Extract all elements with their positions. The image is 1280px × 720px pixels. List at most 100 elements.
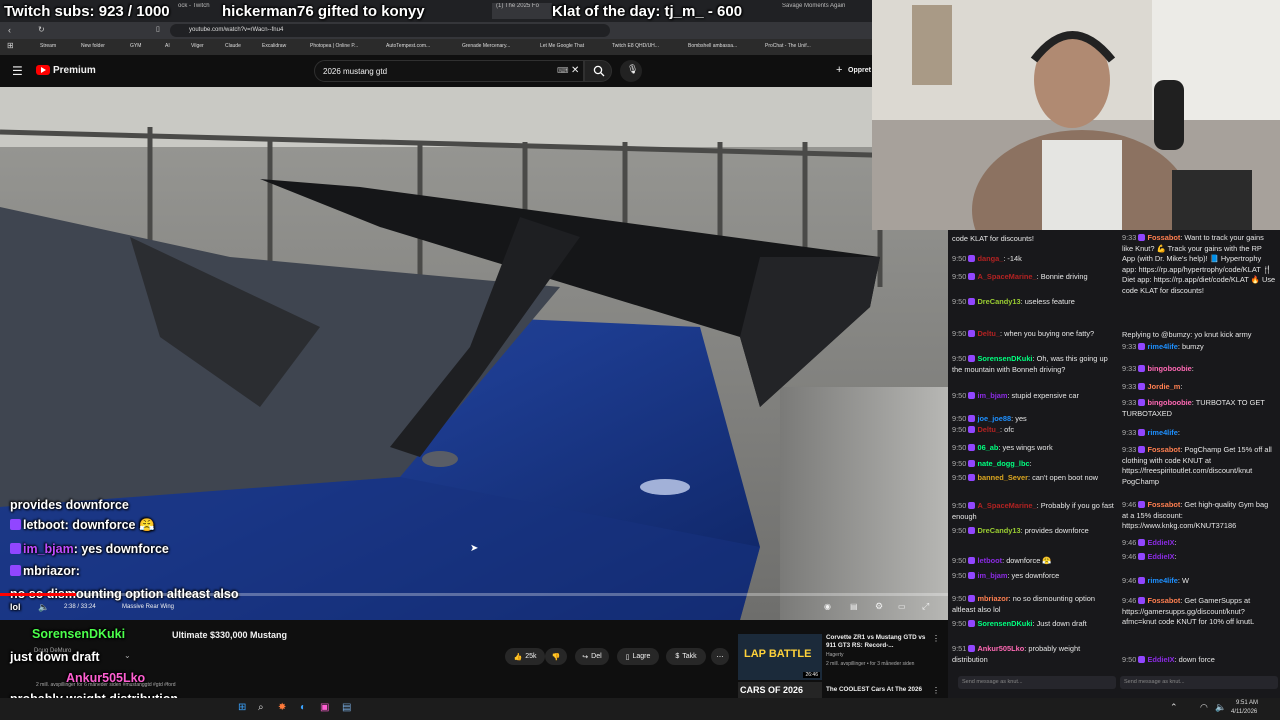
volume-icon[interactable]: 🔈 (38, 602, 49, 613)
bookmark-item[interactable]: Twitch E8 QHD/UH... (612, 43, 659, 49)
chat-username[interactable]: Fossabot (1147, 500, 1180, 509)
bookmark-item[interactable]: Excalidraw (262, 43, 286, 49)
chat-badge-icon (968, 415, 976, 422)
chat-username[interactable]: Ankur505Lko (977, 644, 1024, 653)
youtube-logo-icon[interactable] (36, 65, 50, 75)
app-icon[interactable]: ✸ (278, 702, 286, 713)
chat-username[interactable]: rime4life (1147, 428, 1177, 437)
menu-icon[interactable]: ☰ (12, 64, 23, 78)
apps-grid-icon[interactable]: ⊞ (7, 41, 14, 50)
browser-tab-active[interactable]: (1) The 2025 Fo (492, 3, 552, 19)
chat-username[interactable]: bingoboobie (1147, 364, 1191, 373)
windows-start-icon[interactable]: ⊞ (238, 702, 246, 713)
create-button-label[interactable]: Oppret (848, 67, 871, 74)
chat-input-right[interactable]: Send message as knut... (1120, 676, 1278, 689)
video-player[interactable]: provides downforce letboot: downforce 😤 … (0, 87, 948, 620)
chat-input-left[interactable]: Send message as knut... (958, 676, 1116, 689)
chat-username[interactable]: nate_dogg_lbc (977, 459, 1029, 468)
volume-icon[interactable]: 🔈 (1215, 702, 1226, 713)
chevron-down-icon[interactable]: ⌄ (124, 651, 131, 660)
chat-username[interactable]: bingoboobie (1147, 398, 1191, 407)
chat-username[interactable]: Fossabot (1147, 445, 1180, 454)
chat-username[interactable]: SorensenDKuki (977, 354, 1032, 363)
chat-username[interactable]: Jordie_m (1147, 382, 1180, 391)
search-input[interactable]: 2026 mustang gtd ⌨ ✕ (314, 60, 584, 82)
bookmark-item[interactable]: Bombshell ambassa... (688, 43, 737, 49)
video-description[interactable]: 2 mill. avspillinger for 6 måneder siden… (36, 682, 176, 688)
bookmark-item[interactable]: Claude (225, 43, 241, 49)
youtube-logo-label[interactable]: Premium (53, 65, 96, 76)
search-icon[interactable]: ⌕ (258, 702, 264, 713)
more-icon[interactable]: ⋮ (932, 634, 940, 643)
search-button[interactable] (584, 60, 612, 82)
settings-gear-icon[interactable]: ⚙ (875, 601, 883, 612)
chat-username[interactable]: SorensenDKuki (977, 619, 1032, 628)
bookmark-item[interactable]: AI (165, 43, 170, 49)
edge-icon[interactable]: ◐ (300, 702, 306, 713)
chat-username[interactable]: joe_joe88 (977, 414, 1011, 423)
save-button[interactable]: ▯ Lagre (617, 648, 659, 665)
bookmark-item[interactable]: Let Me Google That (540, 43, 584, 49)
more-icon[interactable]: ⋮ (932, 686, 940, 695)
bookmark-item[interactable]: Vilger (191, 43, 204, 49)
theater-mode-icon[interactable]: ▭ (898, 602, 906, 611)
chat-username[interactable]: A_SpaceMarine_ (977, 501, 1036, 510)
app-icon[interactable]: ▣ (320, 702, 329, 713)
bookmark-star-icon[interactable]: ▯ (156, 25, 160, 33)
chat-username[interactable]: EddieIX (1147, 655, 1174, 664)
chat-username[interactable]: rime4life (1147, 576, 1177, 585)
chat-username[interactable]: A_SpaceMarine_ (977, 272, 1036, 281)
chat-username[interactable]: banned_Sever (977, 473, 1028, 482)
create-icon[interactable]: + (836, 64, 842, 76)
clear-search-icon[interactable]: ✕ (571, 65, 579, 76)
thanks-button[interactable]: $ Takk (666, 648, 706, 665)
system-tray-icon[interactable]: ⌃ (1170, 702, 1178, 713)
fullscreen-icon[interactable]: ⤢ (922, 601, 929, 612)
recommended-channel[interactable]: Hagerty (826, 652, 844, 658)
share-button[interactable]: ↪ Del (575, 648, 609, 665)
back-icon[interactable]: ‹ (8, 25, 11, 35)
chat-username[interactable]: Fossabot (1147, 233, 1180, 242)
url-field[interactable]: youtube.com/watch?v=rWacn--fnu4 (170, 24, 610, 37)
subtitles-icon[interactable]: ▤ (850, 602, 858, 611)
chat-username[interactable]: DreCandy13 (977, 297, 1020, 306)
chat-username[interactable]: DreCandy13 (977, 526, 1020, 535)
clock-date[interactable]: 4/11/2026 (1231, 709, 1257, 715)
chat-username[interactable]: EddieIX (1147, 552, 1174, 561)
browser-tab[interactable]: Savage Moments Again (782, 3, 862, 19)
app-icon[interactable]: ▤ (342, 702, 351, 713)
chat-username[interactable]: Deltu_ (977, 425, 1000, 434)
more-actions-button[interactable]: ⋯ (711, 648, 729, 665)
recommended-thumbnail[interactable]: CARS OF 2026 (738, 682, 822, 698)
progress-bar[interactable] (0, 593, 948, 596)
chat-username[interactable]: rime4life (1147, 342, 1177, 351)
recommended-title[interactable]: Corvette ZR1 vs Mustang GTD vs 911 GT3 R… (826, 634, 926, 650)
bookmark-item[interactable]: Stream (40, 43, 56, 49)
autoplay-toggle-icon[interactable]: ◉ (824, 602, 831, 611)
chat-username[interactable]: EddieIX (1147, 538, 1174, 547)
recommended-thumbnail[interactable]: LAP BATTLE 26:46 (738, 634, 822, 680)
keyboard-icon[interactable]: ⌨ (557, 66, 569, 75)
chat-username[interactable]: Deltu_ (977, 329, 1000, 338)
chat-username[interactable]: im_bjam (977, 571, 1007, 580)
bookmark-item[interactable]: ProChat - The Unif... (765, 43, 811, 49)
chat-username[interactable]: danga_ (977, 254, 1003, 263)
voice-search-button[interactable]: 🎙 (620, 60, 642, 82)
like-button[interactable]: 👍 25k (505, 648, 545, 665)
chat-username[interactable]: 06_ab (977, 443, 998, 452)
recommended-title[interactable]: The COOLEST Cars At The 2026 (826, 686, 936, 693)
chat-username[interactable]: im_bjam (977, 391, 1007, 400)
reload-icon[interactable]: ↻ (38, 25, 45, 34)
dislike-button[interactable]: 👎 (545, 648, 567, 665)
chat-username[interactable]: letboot (977, 556, 1002, 565)
chapter-label[interactable]: Massive Rear Wing (122, 604, 174, 610)
wifi-icon[interactable]: ◠ (1200, 702, 1208, 713)
bookmark-item[interactable]: GYM (130, 43, 141, 49)
bookmark-item[interactable]: Photopea | Online P... (310, 43, 358, 49)
bookmark-item[interactable]: New folder (81, 43, 105, 49)
clock-time[interactable]: 9:51 AM (1236, 700, 1258, 706)
chat-username[interactable]: mbriazor (977, 594, 1008, 603)
bookmark-item[interactable]: Grenade Mercenary... (462, 43, 510, 49)
bookmark-item[interactable]: AutoTempest.com... (386, 43, 430, 49)
chat-username[interactable]: Fossabot (1147, 596, 1180, 605)
